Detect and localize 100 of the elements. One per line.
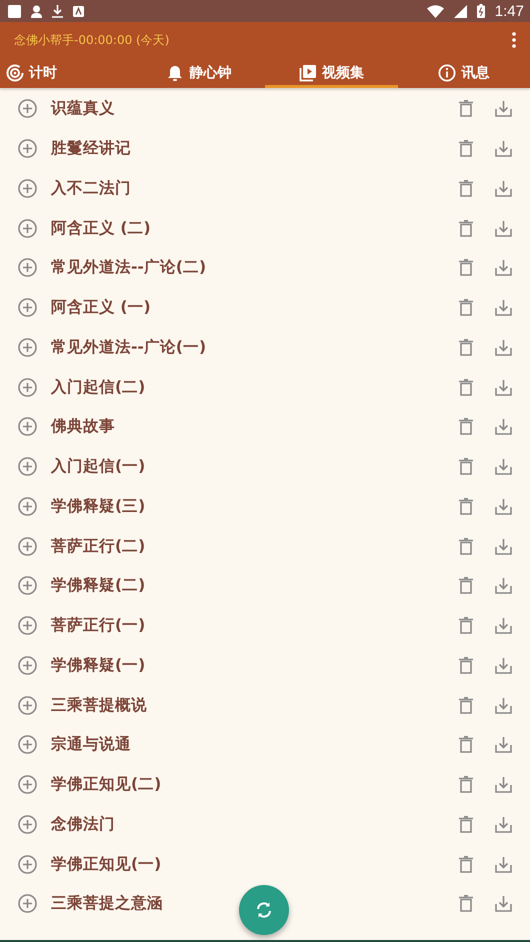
add-icon[interactable] — [18, 775, 37, 794]
tab[interactable]: 计时 — [0, 58, 132, 88]
video-title: 学佛释疑(二) — [51, 575, 146, 596]
add-icon[interactable] — [18, 139, 37, 158]
download-icon[interactable] — [495, 856, 512, 873]
download-icon[interactable] — [495, 338, 512, 356]
download-icon[interactable] — [495, 220, 512, 237]
delete-icon[interactable] — [459, 656, 473, 674]
tab[interactable]: 静心钟 — [132, 58, 265, 88]
delete-icon[interactable] — [459, 338, 473, 356]
delete-icon[interactable] — [459, 617, 473, 634]
delete-icon[interactable] — [459, 299, 473, 316]
delete-icon[interactable] — [459, 259, 473, 276]
add-icon[interactable] — [18, 576, 37, 596]
delete-icon[interactable] — [459, 220, 473, 237]
add-icon[interactable] — [18, 178, 37, 198]
video-title: 阿含正义 (二) — [51, 218, 151, 239]
download-icon[interactable] — [495, 498, 512, 515]
video-title: 胜鬘经讲记 — [51, 138, 131, 160]
add-icon[interactable] — [18, 378, 37, 397]
add-icon[interactable] — [18, 298, 37, 318]
download-icon[interactable] — [495, 259, 512, 276]
add-icon[interactable] — [18, 218, 37, 238]
video-title: 三乘菩提之意涵 — [51, 893, 163, 914]
download-icon[interactable] — [495, 458, 512, 476]
video-title: 学佛正知见(二) — [51, 774, 162, 796]
delete-icon[interactable] — [459, 816, 473, 833]
refresh-icon — [255, 901, 273, 919]
download-icon[interactable] — [495, 736, 512, 754]
tab[interactable]: 视频集 — [265, 58, 398, 88]
download-icon — [52, 4, 63, 18]
app-icon — [73, 6, 84, 16]
add-icon[interactable] — [18, 338, 37, 357]
video-title: 学佛释疑(三) — [51, 496, 146, 517]
video-title: 宗通与说通 — [51, 734, 131, 756]
add-icon[interactable] — [18, 814, 37, 834]
download-icon[interactable] — [495, 378, 512, 396]
video-title: 学佛释疑(一) — [51, 654, 146, 676]
download-icon[interactable] — [495, 538, 512, 555]
add-icon[interactable] — [18, 656, 37, 675]
add-icon[interactable] — [18, 696, 37, 715]
add-icon[interactable] — [18, 99, 37, 118]
info-icon — [438, 64, 456, 82]
download-icon[interactable] — [495, 418, 512, 436]
add-icon[interactable] — [18, 536, 37, 556]
video-title: 识蕴真义 — [51, 98, 115, 120]
video-title: 阿含正义 (一) — [51, 297, 151, 318]
add-icon[interactable] — [18, 616, 37, 636]
delete-icon[interactable] — [459, 180, 473, 197]
download-icon[interactable] — [495, 617, 512, 634]
battery-icon — [476, 4, 485, 18]
download-icon[interactable] — [495, 776, 512, 794]
notification-icon — [8, 4, 21, 18]
bell-icon — [166, 64, 184, 82]
video-title: 入门起信(二) — [51, 376, 146, 398]
add-icon[interactable] — [18, 457, 37, 476]
download-icon[interactable] — [495, 140, 512, 158]
delete-icon[interactable] — [459, 736, 473, 754]
add-icon[interactable] — [18, 894, 37, 914]
add-icon[interactable] — [18, 854, 37, 874]
download-icon[interactable] — [495, 696, 512, 714]
add-icon[interactable] — [18, 496, 37, 516]
tab[interactable]: 讯息 — [398, 58, 530, 88]
video-title: 三乘菩提概说 — [51, 694, 147, 716]
download-icon[interactable] — [495, 895, 512, 912]
download-icon[interactable] — [495, 656, 512, 674]
delete-icon[interactable] — [459, 856, 473, 873]
delete-icon[interactable] — [459, 538, 473, 555]
video-library-icon — [298, 64, 317, 82]
video-title: 念佛法门 — [51, 814, 115, 835]
delete-icon[interactable] — [459, 498, 473, 515]
video-title: 常见外道法--广论(一) — [51, 336, 206, 358]
delete-icon[interactable] — [459, 378, 473, 396]
delete-icon[interactable] — [459, 458, 473, 476]
add-icon[interactable] — [18, 417, 37, 436]
video-title: 入不二法门 — [51, 178, 131, 199]
add-icon[interactable] — [18, 735, 37, 754]
delete-icon[interactable] — [459, 140, 473, 158]
video-title: 学佛正知见(一) — [51, 854, 162, 875]
delete-icon[interactable] — [459, 776, 473, 794]
download-icon[interactable] — [495, 577, 512, 594]
video-title: 佛典故事 — [51, 416, 115, 438]
refresh-button[interactable] — [239, 885, 289, 935]
person-icon — [31, 4, 42, 18]
add-icon[interactable] — [18, 258, 37, 278]
download-icon[interactable] — [495, 180, 512, 197]
download-icon[interactable] — [495, 816, 512, 833]
download-icon[interactable] — [495, 100, 512, 118]
signal-icon — [454, 4, 467, 18]
delete-icon[interactable] — [459, 696, 473, 714]
delete-icon[interactable] — [459, 895, 473, 912]
delete-icon[interactable] — [459, 418, 473, 436]
delete-icon[interactable] — [459, 100, 473, 118]
status-time: 1:47 — [494, 2, 524, 20]
video-title: 入门起信(一) — [51, 456, 146, 478]
more-menu-icon[interactable] — [512, 32, 516, 48]
app-title: 念佛小帮手-00:00:00 (今天) — [14, 32, 170, 48]
download-icon[interactable] — [495, 299, 512, 316]
wifi-icon — [426, 4, 444, 18]
delete-icon[interactable] — [459, 577, 473, 594]
